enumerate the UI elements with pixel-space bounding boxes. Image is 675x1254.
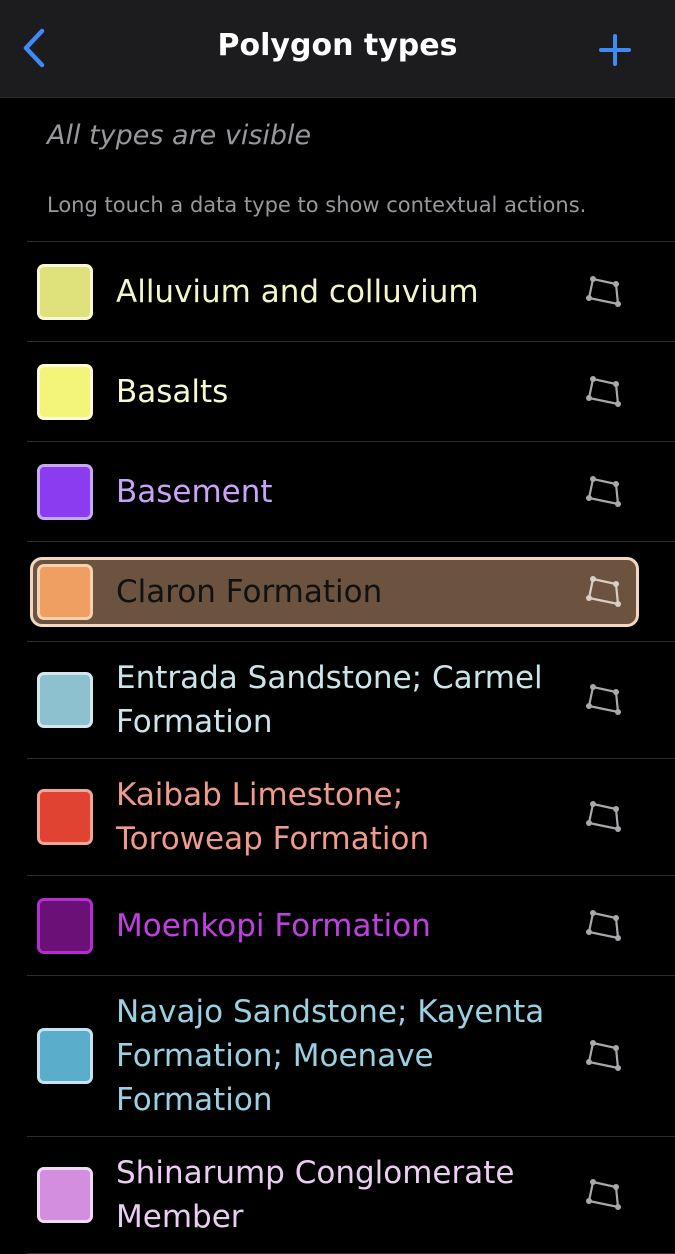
list-item[interactable]: Basement <box>27 442 675 542</box>
polygon-icon[interactable] <box>585 1038 625 1074</box>
list-item[interactable]: Shinarump Conglomerate Member <box>27 1137 675 1254</box>
page-title: Polygon types <box>217 28 458 63</box>
type-label: Alluvium and colluvium <box>116 273 479 310</box>
list-item[interactable]: Navajo Sandstone; Kayenta Formation; Moe… <box>27 976 675 1137</box>
color-swatch <box>37 897 93 954</box>
type-label: Navajo Sandstone; Kayenta Formation; Moe… <box>116 994 545 1118</box>
polygon-icon[interactable] <box>585 682 625 718</box>
polygon-type-list: Alluvium and colluvium Basalts Basement Cla… <box>27 241 675 1254</box>
color-swatch <box>37 563 93 620</box>
polygon-icon[interactable] <box>585 1177 625 1213</box>
list-item[interactable]: Moenkopi Formation <box>27 876 675 976</box>
polygon-icon[interactable] <box>585 374 625 410</box>
color-swatch <box>37 463 93 520</box>
hint-text: Long touch a data type to show contextua… <box>47 193 587 217</box>
polygon-icon[interactable] <box>585 574 625 610</box>
navigation-bar: Polygon types <box>0 0 675 98</box>
color-swatch <box>37 1028 93 1084</box>
color-swatch <box>37 672 93 728</box>
type-label: Kaibab Limestone; Toroweap Formation <box>116 777 430 857</box>
type-label: Basalts <box>116 373 229 410</box>
color-swatch <box>37 789 93 845</box>
add-type-button[interactable] <box>593 28 637 72</box>
type-label: Shinarump Conglomerate Member <box>116 1155 515 1235</box>
color-swatch <box>37 363 93 420</box>
type-label: Basement <box>116 473 273 510</box>
polygon-icon[interactable] <box>585 908 625 944</box>
list-item[interactable]: Alluvium and colluvium <box>27 242 675 342</box>
type-label: Claron Formation <box>116 573 383 610</box>
type-label: Entrada Sandstone; Carmel Formation <box>116 660 543 740</box>
polygon-icon[interactable] <box>585 474 625 510</box>
list-item[interactable]: Kaibab Limestone; Toroweap Formation <box>27 759 675 876</box>
type-label: Moenkopi Formation <box>116 907 431 944</box>
list-item[interactable]: Entrada Sandstone; Carmel Formation <box>27 642 675 759</box>
list-item[interactable]: Basalts <box>27 342 675 442</box>
polygon-icon[interactable] <box>585 274 625 310</box>
visibility-status: All types are visible <box>47 120 312 151</box>
color-swatch <box>37 263 93 320</box>
color-swatch <box>37 1167 93 1223</box>
list-item[interactable]: Claron Formation <box>27 542 675 642</box>
plus-icon <box>599 34 631 66</box>
polygon-icon[interactable] <box>585 799 625 835</box>
